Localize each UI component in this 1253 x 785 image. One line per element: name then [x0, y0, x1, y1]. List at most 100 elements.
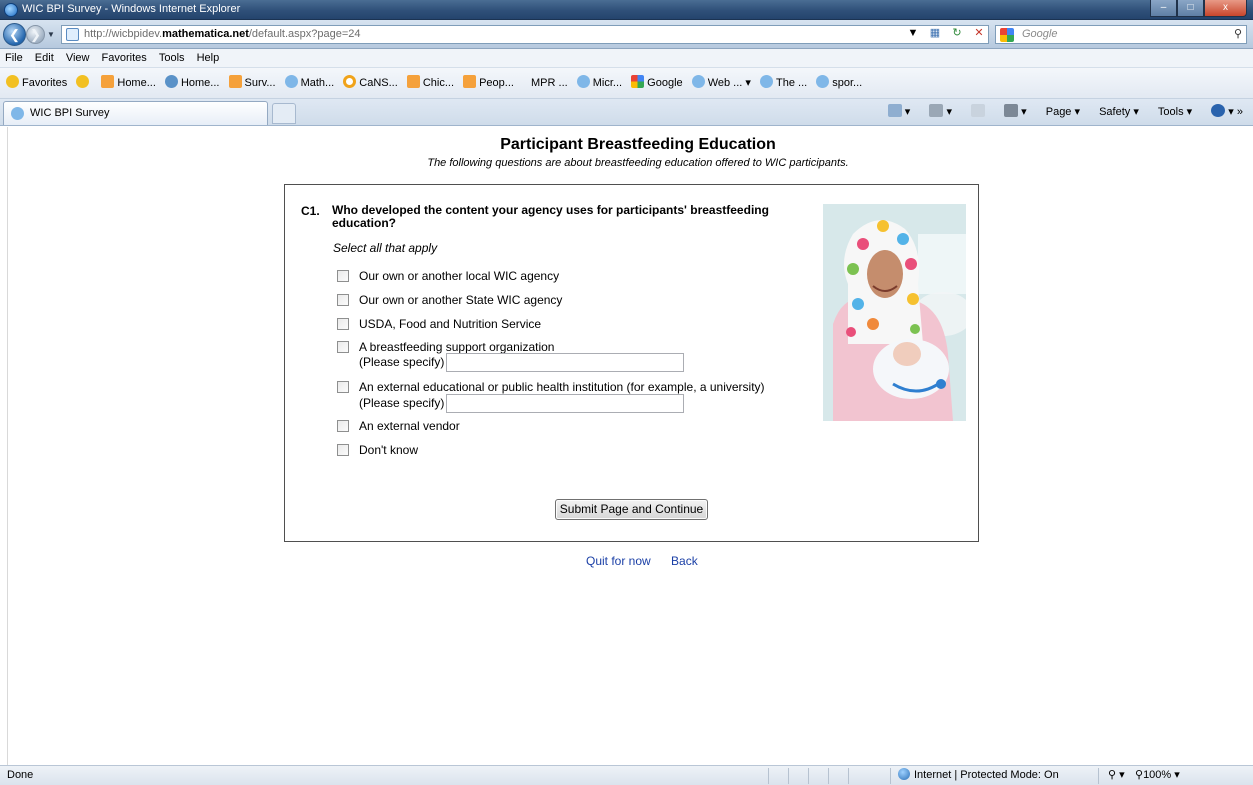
favorite-link[interactable]: The ... — [760, 68, 807, 98]
protected-mode-icon[interactable]: ⚲ ▾ — [1108, 766, 1125, 785]
menu-favorites[interactable]: Favorites — [97, 49, 151, 67]
option-label: USDA, Food and Nutrition Service — [359, 317, 542, 331]
close-window-button[interactable]: x — [1204, 0, 1247, 17]
favorite-link[interactable]: Math... — [284, 68, 334, 98]
security-zone[interactable]: Internet | Protected Mode: On — [898, 766, 1059, 785]
status-divider — [788, 768, 789, 784]
option-external-vendor[interactable]: An external vendor — [337, 419, 460, 433]
status-bar: Done Internet | Protected Mode: On ⚲ ▾ ⚲… — [0, 765, 1253, 785]
specify-organization-input[interactable] — [446, 353, 685, 373]
favorite-label: Home... — [180, 77, 220, 89]
specify-label: (Please specify) — [359, 396, 445, 410]
history-dropdown-icon[interactable]: ▼ — [47, 30, 55, 39]
add-favorite-button[interactable] — [76, 68, 92, 98]
favorite-link[interactable]: CaNS... — [343, 68, 398, 98]
home-button[interactable]: ▾ — [880, 104, 910, 118]
maximize-button[interactable]: □ — [1177, 0, 1204, 17]
quit-for-now-link[interactable]: Quit for now — [586, 554, 651, 568]
menu-help[interactable]: Help — [192, 49, 224, 67]
command-bar: ▾ ▾ ▾ Page ▾ Safety ▾ Tools ▾ ▾ » — [872, 104, 1243, 120]
help-icon — [1211, 104, 1226, 117]
menu-edit[interactable]: Edit — [30, 49, 58, 67]
checkbox[interactable] — [337, 381, 349, 393]
zoom-control[interactable]: ⚲100% ▾ — [1135, 766, 1180, 785]
page-menu-label: Page — [1045, 106, 1072, 118]
specify-support-organization: (Please specify) — [359, 353, 685, 373]
checkbox[interactable] — [337, 420, 349, 432]
compatibility-icon[interactable]: ▦ — [927, 25, 943, 42]
print-button[interactable]: ▾ — [996, 104, 1027, 118]
stop-icon[interactable]: ✕ — [971, 25, 987, 42]
favorite-link[interactable]: Chic... — [406, 68, 454, 98]
specify-institution-input[interactable] — [446, 394, 685, 414]
refresh-icon[interactable]: ↻ — [949, 25, 965, 42]
checkbox[interactable] — [337, 444, 349, 456]
site-icon — [164, 75, 178, 88]
specify-label: (Please specify) — [359, 355, 445, 369]
submit-page-button[interactable]: Submit Page and Continue — [555, 499, 708, 520]
option-label: An external educational or public health… — [359, 380, 765, 394]
status-divider — [890, 768, 891, 784]
favorite-link[interactable]: Web ... ▾ — [691, 68, 751, 98]
option-usda[interactable]: USDA, Food and Nutrition Service — [337, 317, 541, 331]
security-zone-label: Internet | Protected Mode: On — [914, 769, 1059, 781]
favorites-button[interactable]: Favorites — [6, 68, 67, 98]
option-educational-institution[interactable]: An external educational or public health… — [337, 380, 765, 394]
google-icon — [631, 75, 645, 88]
favorite-link[interactable]: spor... — [816, 68, 862, 98]
page-title: Participant Breastfeeding Education — [500, 136, 776, 153]
zoom-level: 100% — [1143, 769, 1172, 781]
checkbox[interactable] — [337, 318, 349, 330]
favorite-label: Google — [647, 77, 683, 89]
back-link[interactable]: Back — [671, 554, 698, 568]
search-icon[interactable]: ⚲ — [1234, 26, 1242, 43]
menu-view[interactable]: View — [61, 49, 94, 67]
option-local-agency[interactable]: Our own or another local WIC agency — [337, 269, 559, 283]
checkbox[interactable] — [337, 294, 349, 306]
new-tab-button[interactable] — [272, 103, 296, 124]
help-button[interactable]: ▾ » — [1203, 104, 1243, 118]
feeds-button[interactable]: ▾ — [921, 104, 952, 118]
forward-arrow-icon[interactable]: ❯ — [26, 25, 45, 44]
option-support-organization[interactable]: A breastfeeding support organization — [337, 340, 554, 354]
page-menu[interactable]: Page ▾ — [1038, 106, 1080, 118]
feed-icon — [929, 104, 944, 117]
favorite-link[interactable]: Home... — [101, 68, 156, 98]
tab-bar: WIC BPI Survey ▾ ▾ ▾ Page ▾ Safety ▾ Too… — [0, 99, 1253, 126]
status-divider — [848, 768, 849, 784]
favorite-label: The ... — [776, 77, 808, 89]
checkbox[interactable] — [337, 270, 349, 282]
favorite-link[interactable]: Peop... — [463, 68, 514, 98]
page-icon — [66, 28, 79, 41]
address-input[interactable]: http://wicbpidev.mathematica.net/default… — [61, 25, 989, 44]
menu-tools[interactable]: Tools — [154, 49, 189, 67]
favorite-link[interactable]: Surv... — [228, 68, 276, 98]
mail-button[interactable] — [963, 104, 986, 118]
menu-file[interactable]: File — [0, 49, 27, 67]
question-text: Who developed the content your agency us… — [332, 203, 769, 230]
address-dropdown-icon[interactable]: ▼ — [905, 25, 921, 42]
status-divider — [768, 768, 769, 784]
ie-page-icon — [691, 75, 705, 88]
feed-icon — [228, 75, 242, 88]
search-input[interactable]: Google ⚲ — [995, 25, 1247, 44]
favorite-link[interactable]: Micr... — [576, 68, 622, 98]
safety-menu[interactable]: Safety ▾ — [1091, 106, 1139, 118]
favorite-link[interactable]: Home... — [164, 68, 220, 98]
globe-icon — [898, 768, 910, 780]
google-icon — [1000, 28, 1014, 42]
tab-label: WIC BPI Survey — [30, 107, 110, 119]
option-label: Our own or another local WIC agency — [359, 269, 560, 283]
tools-menu-label: Tools — [1157, 106, 1184, 118]
home-icon — [887, 104, 902, 117]
tools-menu[interactable]: Tools ▾ — [1150, 106, 1192, 118]
minimize-button[interactable]: – — [1150, 0, 1177, 17]
option-label: An external vendor — [359, 419, 460, 433]
tab-wic-bpi-survey[interactable]: WIC BPI Survey — [3, 101, 268, 125]
back-arrow-icon[interactable]: ❮ — [3, 23, 26, 46]
favorite-link[interactable]: Google — [631, 68, 683, 98]
checkbox[interactable] — [337, 341, 349, 353]
favorite-link[interactable]: MPR ... — [531, 68, 568, 98]
option-dont-know[interactable]: Don't know — [337, 443, 418, 457]
option-state-agency[interactable]: Our own or another State WIC agency — [337, 293, 562, 307]
